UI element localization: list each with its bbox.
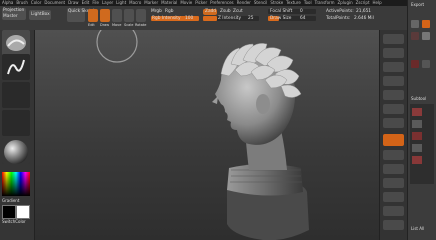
tool-thumb-1[interactable]	[411, 20, 419, 28]
stroke-thumbnail[interactable]	[2, 54, 30, 80]
aahalf-button[interactable]	[383, 104, 404, 114]
tool-thumb-4[interactable]	[422, 32, 430, 40]
texture-thumbnail[interactable]	[2, 110, 30, 136]
persp-button[interactable]	[383, 118, 404, 128]
main-color-swatch[interactable]	[2, 205, 16, 219]
local-button[interactable]	[383, 150, 404, 160]
focal-shift-label: Focal Shift	[270, 9, 293, 14]
rgb-label[interactable]: Rgb	[165, 9, 173, 14]
edit-label: Edit	[88, 23, 95, 27]
canvas-viewport[interactable]	[35, 30, 379, 240]
draw-size-value: 64	[300, 16, 306, 21]
head-sculpt-model	[96, 30, 309, 240]
list-all-label[interactable]: List All	[411, 226, 424, 231]
tool-thumb-6[interactable]	[422, 60, 430, 68]
subtool-list[interactable]	[410, 104, 434, 184]
secondary-color-swatch[interactable]	[16, 205, 30, 219]
focal-shift-value: 0	[300, 9, 303, 14]
z-intensity-label: Z Intensity	[218, 16, 242, 21]
color-picker[interactable]	[2, 172, 30, 196]
total-points-label: TotalPoints:	[326, 16, 351, 21]
lightbox-label: LightBox	[31, 12, 50, 17]
stroke-icon	[7, 59, 25, 75]
draw-label: Draw	[100, 23, 110, 27]
bpr-button[interactable]	[383, 34, 404, 44]
scale-button[interactable]	[124, 9, 134, 22]
zoom3d-button[interactable]	[383, 206, 404, 216]
material-sphere-icon	[4, 140, 28, 164]
draw-size-label: Draw Size	[270, 16, 292, 21]
top-toolbar: Projection Master LightBox Quick Sketch …	[0, 6, 436, 31]
draw-button[interactable]	[100, 9, 110, 22]
zoom-button[interactable]	[383, 76, 404, 86]
active-points-value: 21,651	[356, 9, 372, 14]
brush-thumbnail[interactable]	[2, 30, 30, 56]
edit-button[interactable]	[88, 9, 98, 22]
xyz-button[interactable]	[383, 164, 404, 174]
right-shelf	[379, 30, 408, 240]
spix-button[interactable]	[383, 48, 404, 58]
tool-thumb-5[interactable]	[411, 60, 419, 68]
frame-button[interactable]	[383, 178, 404, 188]
actual-button[interactable]	[383, 90, 404, 100]
move-button[interactable]	[112, 9, 122, 22]
master-label: Master	[3, 14, 18, 19]
tool-thumb-3[interactable]	[411, 32, 419, 40]
move-label: Move	[112, 23, 122, 27]
scale-label: Scale	[124, 23, 134, 27]
gradient-label[interactable]: Gradient	[2, 198, 19, 203]
zcut-label[interactable]: Zcut	[233, 9, 243, 14]
floor-button[interactable]	[383, 134, 404, 146]
z-intensity-value: 25	[248, 16, 254, 21]
rotate-button[interactable]	[136, 9, 146, 22]
left-shelf: Gradient SwitchColor	[0, 30, 35, 240]
rotate-view-button[interactable]	[383, 220, 404, 230]
move-view-button[interactable]	[383, 192, 404, 202]
alpha-thumbnail[interactable]	[2, 82, 30, 108]
scroll-button[interactable]	[383, 62, 404, 72]
projection-label: Projection	[3, 8, 25, 13]
tool-thumb-2[interactable]	[422, 20, 430, 28]
zadd-label: Zadd	[205, 9, 217, 14]
mrgb-label[interactable]: Mrgb	[151, 9, 162, 14]
total-points-value: 2.646 Mil	[354, 16, 374, 21]
material-thumbnail[interactable]	[2, 138, 30, 164]
rotate-label: Rotate	[135, 23, 147, 27]
right-tool-panel: Export Subtool List All	[407, 0, 436, 240]
active-points-label: ActivePoints:	[326, 9, 354, 14]
clay-brush-icon	[6, 35, 26, 51]
rgb-intensity-label: Rgb Intensity	[152, 16, 181, 21]
export-label[interactable]: Export	[411, 2, 424, 7]
rgb-intensity-value: 100	[185, 16, 194, 21]
subtool-title[interactable]: Subtool	[411, 96, 426, 101]
zsub-label[interactable]: Zsub	[220, 9, 231, 14]
switch-color-label[interactable]: SwitchColor	[2, 219, 26, 224]
